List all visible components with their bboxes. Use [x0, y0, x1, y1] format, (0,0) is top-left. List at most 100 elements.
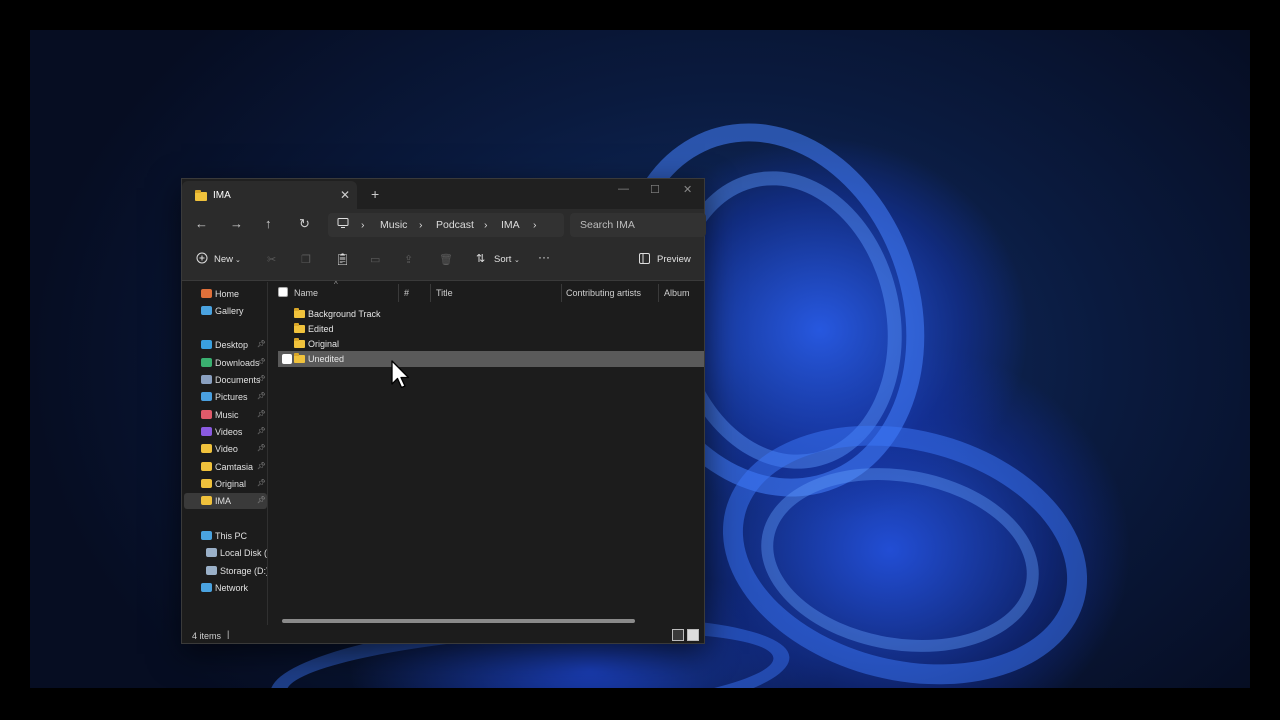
folder-icon: [294, 323, 305, 333]
address-bar[interactable]: › Music › Podcast › IMA ›: [328, 213, 564, 237]
sidebar-item-documents[interactable]: Documents 📌︎: [184, 372, 267, 388]
folder-icon: [201, 444, 212, 453]
breadcrumb-podcast[interactable]: Podcast: [436, 219, 474, 231]
column-divider[interactable]: [398, 284, 399, 302]
download-icon: [201, 358, 212, 367]
sidebar-item-local-disk-c[interactable]: Local Disk (C:): [184, 545, 267, 561]
file-row-background-track[interactable]: Background Track: [278, 306, 704, 322]
refresh-button[interactable]: ↻: [299, 216, 310, 232]
pin-icon: 📌︎: [257, 341, 266, 348]
sidebar-item-pictures[interactable]: Pictures 📌︎: [184, 389, 267, 405]
sort-button[interactable]: Sort: [494, 254, 511, 265]
row-checkbox[interactable]: [282, 354, 292, 364]
pin-icon: 📌︎: [257, 445, 266, 452]
column-divider[interactable]: [561, 284, 562, 302]
sidebar-item-music[interactable]: Music 📌︎: [184, 407, 267, 423]
sidebar-item-home[interactable]: Home: [184, 286, 267, 302]
sidebar-item-gallery[interactable]: Gallery: [184, 303, 267, 319]
sidebar-item-camtasia[interactable]: Camtasia 📌︎: [184, 459, 267, 475]
tab-title: IMA: [213, 190, 231, 201]
sidebar-item-this-pc[interactable]: This PC: [184, 528, 267, 544]
title-bar[interactable]: IMA ✕ + — ☐ ✕: [182, 179, 704, 209]
delete-icon[interactable]: 🗑︎: [439, 253, 453, 266]
sidebar-item-label: Gallery: [215, 306, 244, 316]
column-header-number[interactable]: #: [404, 288, 409, 298]
file-name: Original: [308, 339, 340, 349]
folder-icon: [201, 479, 212, 488]
chevron-right-icon: ›: [419, 219, 423, 231]
maximize-button[interactable]: ☐: [650, 183, 660, 196]
back-button[interactable]: ←: [195, 216, 208, 231]
details-view-button[interactable]: [672, 629, 684, 641]
disk-icon: [206, 548, 217, 557]
desktop-icon: [201, 340, 212, 349]
navigation-pane: Home Gallery Desktop 📌︎ Downloads 📌︎ Documents…: [182, 282, 268, 625]
sidebar-item-label: Downloads: [215, 358, 260, 368]
column-header-name[interactable]: Name: [294, 288, 318, 298]
new-button[interactable]: New: [214, 254, 233, 265]
network-icon: [201, 583, 212, 592]
sidebar-item-storage-d[interactable]: Storage (D:): [184, 563, 267, 579]
pin-icon: 📌︎: [257, 480, 266, 487]
copy-icon[interactable]: ❐: [301, 253, 311, 266]
search-input[interactable]: Search IMA: [580, 219, 635, 231]
sidebar-item-label: Original: [215, 479, 247, 489]
monitor-icon: [337, 217, 349, 232]
sidebar-item-downloads[interactable]: Downloads 📌︎: [184, 355, 267, 371]
tiles-view-button[interactable]: [687, 629, 699, 641]
new-tab-button[interactable]: +: [371, 186, 379, 202]
column-divider[interactable]: [430, 284, 431, 302]
sidebar-item-label: Network: [215, 583, 249, 593]
breadcrumb-music[interactable]: Music: [380, 219, 407, 231]
search-box[interactable]: Search IMA: [570, 213, 706, 237]
sidebar-item-label: Desktop: [215, 340, 249, 350]
breadcrumb-ima[interactable]: IMA: [501, 219, 520, 231]
sidebar-item-original[interactable]: Original 📌︎: [184, 476, 267, 492]
preview-button[interactable]: Preview: [657, 254, 691, 265]
sidebar-item-label: Pictures: [215, 392, 248, 402]
sort-ascending-icon: ^: [334, 280, 338, 289]
file-row-edited[interactable]: Edited: [278, 321, 704, 337]
close-button[interactable]: ✕: [683, 183, 692, 196]
column-divider[interactable]: [658, 284, 659, 302]
pictures-icon: [201, 392, 212, 401]
up-button[interactable]: ↑: [265, 216, 272, 231]
sidebar-item-ima[interactable]: IMA 📌︎: [184, 493, 267, 509]
minimize-button[interactable]: —: [618, 183, 629, 195]
horizontal-scrollbar[interactable]: [282, 619, 635, 623]
new-plus-icon: [196, 252, 208, 267]
pin-icon: 📌︎: [257, 463, 266, 470]
sidebar-item-desktop[interactable]: Desktop 📌︎: [184, 337, 267, 353]
folder-icon: [195, 190, 207, 201]
item-count: 4 items: [192, 631, 222, 641]
folder-icon: [294, 338, 305, 348]
forward-button[interactable]: →: [230, 216, 243, 231]
column-header-contributing-artists[interactable]: Contributing artists: [566, 288, 641, 298]
pin-icon: 📌︎: [257, 359, 266, 366]
file-name: Unedited: [308, 354, 345, 364]
column-header-album[interactable]: Album: [664, 288, 690, 298]
share-icon[interactable]: ⇪: [404, 253, 413, 266]
sidebar-item-network[interactable]: Network: [184, 580, 267, 596]
sidebar-item-videos[interactable]: Videos 📌︎: [184, 424, 267, 440]
tab-close-icon[interactable]: ✕: [340, 188, 350, 202]
rename-icon[interactable]: ▭: [370, 253, 380, 266]
home-icon: [201, 289, 212, 298]
chevron-right-icon: ›: [533, 219, 537, 231]
folder-icon: [294, 308, 305, 318]
sort-icon: ⇅: [476, 253, 486, 265]
music-icon: [201, 410, 212, 419]
chevron-right-icon: ›: [484, 219, 488, 231]
more-options-button[interactable]: ···: [538, 250, 550, 264]
file-explorer-window: IMA ✕ + — ☐ ✕ ← → ↑ ↻ › Music › Podcast …: [181, 178, 706, 644]
paste-icon[interactable]: 📋︎: [335, 252, 350, 266]
tab-ima[interactable]: IMA ✕: [182, 181, 357, 209]
select-all-checkbox[interactable]: [278, 287, 288, 297]
preview-pane-icon: [639, 253, 650, 267]
column-header-title[interactable]: Title: [436, 288, 453, 298]
sidebar-item-label: Music: [215, 410, 239, 420]
sidebar-item-video[interactable]: Video 📌︎: [184, 441, 267, 457]
cut-icon[interactable]: ✂: [267, 253, 276, 266]
file-row-original[interactable]: Original: [278, 336, 704, 352]
file-row-unedited[interactable]: Unedited: [278, 351, 704, 367]
